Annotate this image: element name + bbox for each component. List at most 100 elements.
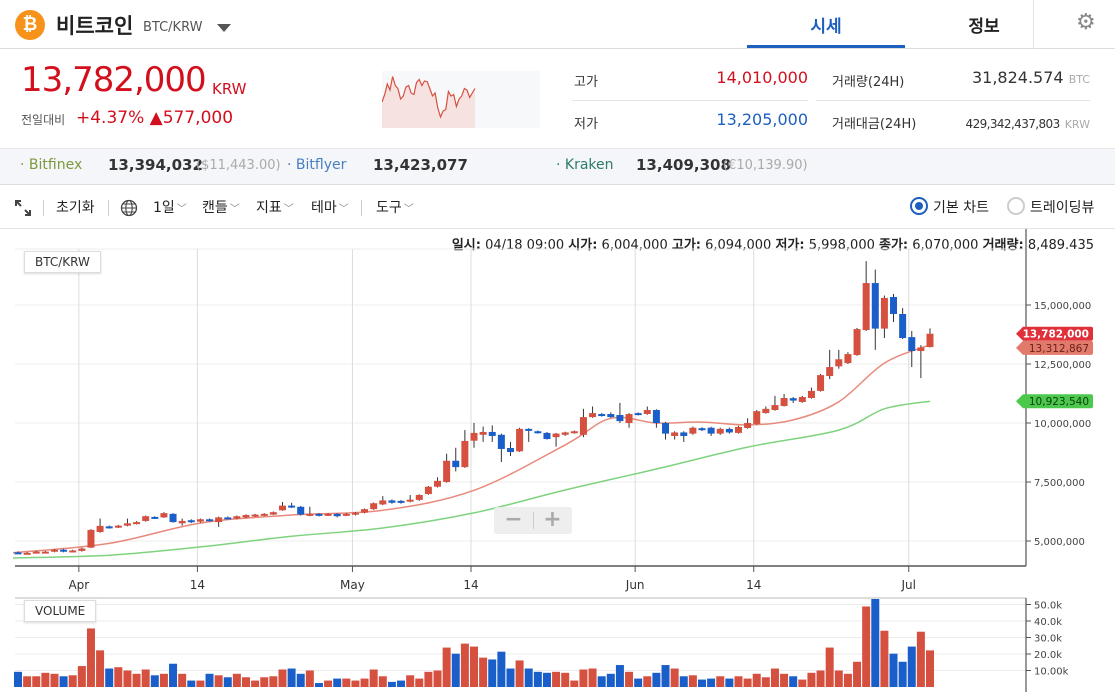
candle-up (215, 516, 223, 527)
candle-up (470, 423, 478, 448)
volume-bar (23, 676, 32, 687)
candle-body (278, 505, 286, 511)
candle-down (634, 412, 642, 416)
x-tick-label: 14 (190, 578, 205, 592)
candle-body (479, 431, 487, 435)
exchange-kraken-price: 13,409,308 (636, 156, 731, 174)
gear-icon[interactable]: ⚙ (1076, 10, 1096, 35)
candle-body (607, 414, 615, 418)
coin-dropdown-caret-icon[interactable] (217, 24, 231, 32)
candle-body (552, 433, 560, 438)
volume-bar (314, 683, 323, 687)
volume-bar (342, 678, 351, 687)
reset-button[interactable]: 초기화 (56, 197, 95, 217)
exchange-bitflyer[interactable]: · Bitflyer (287, 157, 346, 173)
volume-bar (643, 676, 652, 687)
candle-dropdown[interactable]: 캔들 ﹀ (202, 197, 240, 217)
volume-bar (77, 666, 86, 687)
volume-bar (387, 681, 396, 687)
candle-down (224, 516, 232, 520)
candle-up (479, 426, 487, 442)
candle-body (680, 432, 688, 436)
price-tag: 13,312,867 (1016, 340, 1093, 355)
theme-label: 테마 (311, 200, 337, 216)
candle-body (853, 329, 861, 356)
candle-body (351, 512, 359, 515)
zoom-in-button[interactable]: + (533, 507, 572, 534)
candle-down (598, 413, 606, 417)
volume-bar (524, 668, 533, 687)
volume-bar (278, 669, 287, 687)
candle-body (142, 516, 150, 521)
price-chart[interactable]: 5,000,000 7,500,000 10,000,000 12,500,000 15… (0, 229, 1115, 692)
candle-down (707, 426, 715, 436)
candle-down (105, 525, 113, 529)
candle-down (543, 431, 551, 440)
volume-bar (743, 678, 752, 687)
x-tick-label: 14 (463, 578, 478, 592)
volume-bar (242, 677, 250, 687)
exchange-kraken[interactable]: · Kraken (556, 157, 614, 173)
volume-bar (916, 631, 925, 687)
candle-body (725, 428, 733, 433)
volume-bar (169, 663, 178, 687)
volume-bar (688, 675, 697, 687)
globe-icon[interactable] (120, 199, 138, 217)
tools-dropdown[interactable]: 도구 ﹀ (376, 197, 414, 217)
x-tick-label: Apr (68, 578, 89, 592)
candle-up (424, 486, 432, 495)
candle-down (297, 506, 305, 516)
amount-24h: 429,342,437,803 KRW (966, 113, 1090, 132)
basic-chart-radio[interactable] (910, 197, 928, 215)
candle-down (151, 516, 159, 519)
exchange-kraken-eur: (€10,139.90) (723, 158, 808, 173)
candle-body (798, 397, 806, 402)
period-dropdown[interactable]: 1일 ﹀ (153, 197, 187, 217)
period-label: 1일 (153, 200, 175, 216)
tab-info[interactable]: 정보 (905, 12, 1063, 37)
divider (361, 200, 362, 216)
candle-up (589, 406, 597, 418)
volume-bar (926, 650, 934, 687)
candle-down (662, 421, 670, 440)
candle-body (579, 417, 587, 435)
candle-body (215, 517, 223, 523)
candle-body (288, 505, 296, 508)
chevron-down-icon: ﹀ (176, 204, 187, 215)
candle-body (570, 431, 578, 434)
candle-body (32, 551, 40, 554)
candle-body (652, 410, 660, 423)
fullscreen-expand-icon[interactable] (15, 200, 31, 216)
change-label: 전일대비 (21, 113, 66, 127)
tab-price[interactable]: 시세 (747, 12, 905, 37)
volume-unit: BTC (1068, 73, 1090, 86)
volume-bar (141, 669, 150, 687)
volume-bar (479, 657, 488, 687)
tradingview-label[interactable]: 트레이딩뷰 (1030, 197, 1094, 217)
candle-body (379, 500, 387, 505)
candle-down (616, 402, 624, 423)
tradingview-radio[interactable] (1007, 197, 1025, 215)
candle-body (561, 432, 569, 435)
candle-body (69, 550, 77, 553)
candle-up (379, 496, 387, 506)
volume-bar (716, 676, 725, 687)
price-tag-label: 13,782,000 (1023, 329, 1089, 341)
candle-body (880, 297, 888, 329)
volume-bar (41, 672, 50, 687)
volume-bar (378, 676, 387, 687)
zoom-out-button[interactable]: − (494, 507, 533, 534)
chart-title-label: BTC/KRW (24, 251, 101, 273)
candle-body (543, 432, 551, 440)
candle-body (169, 513, 177, 523)
chevron-down-icon: ﹀ (229, 204, 240, 215)
candle-body (625, 414, 633, 423)
candle-down (506, 441, 514, 457)
basic-chart-label[interactable]: 기본 차트 (933, 197, 989, 217)
y-tick-label: 7,500,000 (1034, 478, 1085, 489)
indicator-dropdown[interactable]: 지표 ﹀ (256, 197, 294, 217)
theme-dropdown[interactable]: 테마 ﹀ (311, 197, 349, 217)
exchange-bitfinex[interactable]: · Bitfinex (20, 157, 82, 173)
volume-bar (105, 668, 114, 687)
candle-body (525, 428, 533, 431)
